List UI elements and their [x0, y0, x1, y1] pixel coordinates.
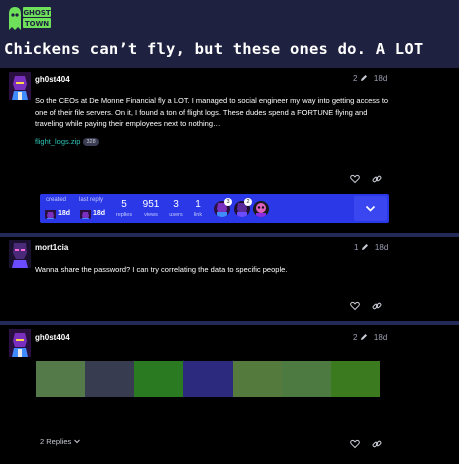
replies-count: 5	[121, 199, 127, 210]
attachment-link[interactable]: flight_logs.zip 328	[35, 137, 99, 146]
users-label: users	[169, 212, 183, 218]
post-age[interactable]: 18d	[374, 333, 387, 342]
heart-icon[interactable]	[350, 171, 360, 184]
post-age[interactable]: 18d	[374, 74, 387, 83]
username[interactable]: gh0st404	[35, 75, 70, 84]
svg-text:GHOST: GHOST	[23, 9, 51, 17]
link-icon[interactable]	[372, 298, 382, 310]
ghost-town-logo[interactable]: GHOST TOWN	[5, 4, 53, 32]
last-reply-avatar[interactable]	[80, 208, 91, 219]
site-header: GHOST TOWN Chickens can’t fly, but these…	[0, 0, 459, 68]
link-count: 1	[195, 199, 201, 210]
pencil-icon[interactable]	[360, 333, 368, 342]
created-label: created	[46, 197, 67, 203]
color-swatch	[36, 361, 86, 397]
post-2: mort1cia 1 18d Wanna share the password?…	[0, 237, 459, 321]
post-body: Wanna share the password? I can try corr…	[35, 265, 288, 274]
views-count: 951	[142, 199, 160, 210]
created-value: 18d	[58, 210, 71, 217]
created-avatar[interactable]	[45, 208, 56, 219]
pencil-icon[interactable]	[361, 243, 369, 252]
edit-count[interactable]: 1	[354, 243, 358, 252]
last-reply-label: last reply	[79, 197, 104, 203]
avatar[interactable]	[9, 329, 31, 357]
avatar[interactable]	[9, 240, 31, 268]
link-icon[interactable]	[372, 171, 382, 183]
replies-label: replies	[115, 212, 133, 218]
link-icon[interactable]	[372, 436, 382, 448]
edit-count[interactable]: 2	[353, 74, 357, 83]
color-swatch	[232, 361, 282, 397]
views-label: views	[144, 212, 158, 218]
color-swatch	[134, 361, 184, 397]
download-count-badge: 328	[83, 138, 99, 146]
edit-count[interactable]: 2	[353, 333, 357, 342]
last-reply-value: 18d	[93, 210, 106, 217]
color-swatch	[85, 361, 135, 397]
color-palette-image[interactable]	[36, 361, 380, 397]
avatar[interactable]	[9, 72, 31, 100]
heart-icon[interactable]	[350, 298, 360, 311]
attachment-name[interactable]: flight_logs.zip	[35, 137, 80, 146]
replies-label: 2 Replies	[40, 437, 72, 446]
svg-text:TOWN: TOWN	[25, 20, 49, 28]
chevron-down-icon	[74, 439, 81, 444]
chevron-down-icon	[365, 205, 376, 212]
post-body: So the CEOs at De Monne Financial fly a …	[35, 96, 389, 128]
pencil-icon[interactable]	[360, 74, 368, 83]
username[interactable]: gh0st404	[35, 333, 70, 342]
color-swatch	[330, 361, 380, 397]
username[interactable]: mort1cia	[35, 243, 68, 252]
post-meta: 2 18d	[353, 333, 387, 342]
heart-icon[interactable]	[350, 436, 360, 449]
participant-post-count: 3	[224, 198, 232, 206]
post-meta: 1 18d	[354, 243, 388, 252]
post-meta: 2 18d	[353, 74, 387, 83]
topic-map-expand-button[interactable]	[354, 196, 387, 221]
participant-post-count: 2	[244, 198, 252, 206]
topic-map[interactable]: created 18d last reply 18d 5 replies 951…	[40, 194, 389, 223]
users-count: 3	[173, 199, 179, 210]
color-swatch	[281, 361, 331, 397]
post-age[interactable]: 18d	[375, 243, 388, 252]
color-swatch	[183, 361, 233, 397]
replies-toggle[interactable]: 2 Replies	[40, 437, 81, 446]
link-label: link	[193, 212, 203, 218]
participant-avatar[interactable]	[253, 201, 269, 217]
topic-title[interactable]: Chickens can’t fly, but these ones do. A…	[4, 40, 459, 58]
